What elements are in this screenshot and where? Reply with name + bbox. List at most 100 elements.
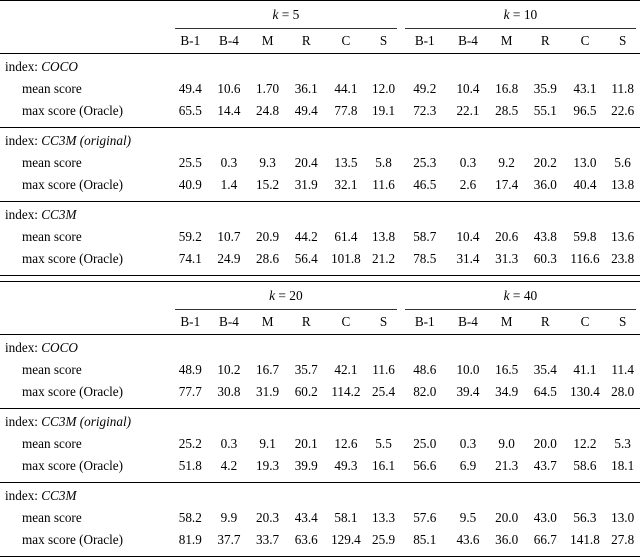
metric-header-11: S [605,310,640,335]
cell-value: 12.6 [326,433,367,455]
cell-value: 37.7 [210,529,249,551]
row-label: max score (Oracle) [0,529,171,551]
row-label: mean score [0,152,171,174]
section-header-label: index: COCO [0,54,171,78]
table-row: max score (Oracle)40.91.415.231.932.111.… [0,174,640,196]
cell-value: 22.6 [605,100,640,122]
section-header-prefix: index: [5,414,41,429]
metric-header-10: C [565,29,606,54]
row-label: mean score [0,226,171,248]
cell-value: 23.8 [605,248,640,270]
cell-value: 0.3 [449,433,488,455]
cell-value: 56.4 [287,248,326,270]
cell-value: 44.1 [326,78,367,100]
cell-value: 43.8 [526,226,565,248]
section-header-filler [171,128,640,152]
cell-value: 130.4 [565,381,606,403]
cell-value: 60.3 [526,248,565,270]
group-header-value: 20 [289,288,302,303]
section-header-label: index: CC3M [0,483,171,507]
cell-value: 58.6 [565,455,606,477]
cell-value: 36.0 [526,174,565,196]
cell-value: 13.0 [565,152,606,174]
cell-value: 34.9 [487,381,526,403]
cell-value: 10.4 [449,226,488,248]
section-header-prefix: index: [5,59,41,74]
cell-value: 13.8 [605,174,640,196]
metric-header-1: B-4 [210,29,249,54]
section-header-prefix: index: [5,133,41,148]
cell-value: 28.5 [487,100,526,122]
cell-value: 20.0 [526,433,565,455]
cell-value: 9.2 [487,152,526,174]
cell-value: 12.0 [366,78,401,100]
cell-value: 11.6 [366,359,401,381]
row-label: mean score [0,433,171,455]
cell-value: 18.1 [605,455,640,477]
section-header-row: index: COCO [0,335,640,359]
section-header-prefix: index: [5,488,41,503]
cell-value: 82.0 [401,381,449,403]
metric-header-8: M [487,310,526,335]
cell-value: 12.2 [565,433,606,455]
section-header-row: index: CC3M (original) [0,128,640,152]
cell-value: 35.9 [526,78,565,100]
cell-value: 129.4 [326,529,367,551]
cell-value: 13.5 [326,152,367,174]
metric-header-7: B-4 [449,310,488,335]
cell-value: 19.1 [366,100,401,122]
row-label: max score (Oracle) [0,455,171,477]
cell-value: 44.2 [287,226,326,248]
cell-value: 72.3 [401,100,449,122]
metric-header-2: M [248,29,287,54]
results-table-1: k = 5k = 10B-1B-4MRCSB-1B-4MRCSindex: CO… [0,0,640,276]
cell-value: 59.2 [171,226,210,248]
cell-value: 10.6 [210,78,249,100]
metric-header-9: R [526,310,565,335]
section-header-index-name: CC3M [41,488,76,503]
cell-value: 20.1 [287,433,326,455]
group-header-value: 5 [293,7,300,22]
metric-header-5: S [366,29,401,54]
metric-header-3: R [287,29,326,54]
cell-value: 31.9 [248,381,287,403]
section-header-row: index: CC3M [0,202,640,226]
group-header-equals: = [275,288,289,303]
cell-value: 31.4 [449,248,488,270]
cell-value: 25.4 [366,381,401,403]
row-label: mean score [0,78,171,100]
section-header-index-name: CC3M (original) [41,414,131,429]
cell-value: 49.4 [287,100,326,122]
group-header-equals: = [510,288,524,303]
section-header-label: index: COCO [0,335,171,359]
section-header-label: index: CC3M (original) [0,409,171,433]
cell-value: 15.2 [248,174,287,196]
cell-value: 81.9 [171,529,210,551]
cell-value: 35.7 [287,359,326,381]
section-header-filler [171,202,640,226]
cell-value: 20.4 [287,152,326,174]
cell-value: 55.1 [526,100,565,122]
cell-value: 32.1 [326,174,367,196]
cell-value: 25.2 [171,433,210,455]
cell-value: 20.6 [487,226,526,248]
cell-value: 41.1 [565,359,606,381]
metric-header-3: R [287,310,326,335]
row-label: mean score [0,359,171,381]
cell-value: 46.5 [401,174,449,196]
section-header-index-name: CC3M [41,207,76,222]
section-header-prefix: index: [5,207,41,222]
metric-header-1: B-4 [210,310,249,335]
cell-value: 1.70 [248,78,287,100]
cell-value: 16.5 [487,359,526,381]
section-header-index-name: COCO [41,59,78,74]
cell-value: 96.5 [565,100,606,122]
cell-value: 13.8 [366,226,401,248]
table-row: mean score59.210.720.944.261.413.858.710… [0,226,640,248]
cell-value: 14.4 [210,100,249,122]
cell-value: 21.3 [487,455,526,477]
cell-value: 36.1 [287,78,326,100]
cell-value: 43.7 [526,455,565,477]
cell-value: 0.3 [210,433,249,455]
table-row: max score (Oracle)51.84.219.339.949.316.… [0,455,640,477]
